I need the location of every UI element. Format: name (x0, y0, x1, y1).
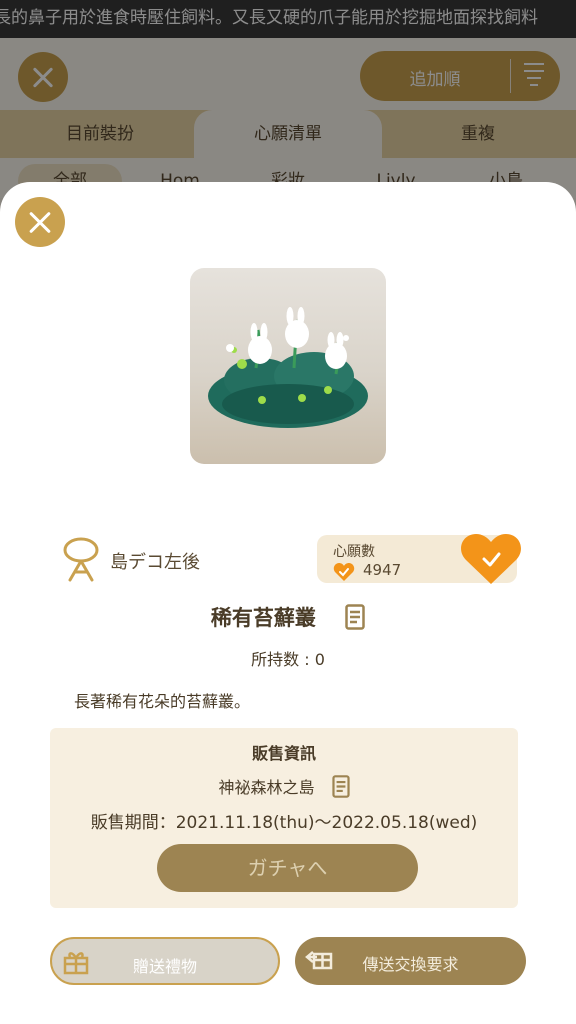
send-gift-button[interactable]: 贈送禮物 (50, 937, 280, 985)
send-trade-request-button[interactable]: 傳送交換要求 (295, 937, 526, 985)
send-gift-label: 贈送禮物 (132, 957, 197, 976)
item-detail-modal: 島デコ左後 心願數 4947 稀有苔蘚叢 所持数 : 0 長著稀有花朵的苔蘚叢。… (0, 182, 576, 1024)
wish-count-value: 4947 (363, 561, 402, 579)
island-deco-icon (63, 537, 99, 582)
sale-info-title: 販售資訊 (251, 744, 316, 763)
document-icon[interactable] (345, 604, 365, 630)
sale-place-row: 神祕森林之島 (50, 774, 518, 798)
rare-moss-clump-image (190, 268, 386, 464)
item-category: 島デコ左後 (110, 552, 200, 573)
item-title-row: 稀有苔蘚叢 (0, 602, 576, 632)
close-icon[interactable] (15, 197, 65, 247)
document-icon[interactable] (331, 775, 350, 798)
gacha-button[interactable]: ガチャへ (157, 844, 418, 892)
sale-period: 販售期間：2021.11.18(thu)〜2022.05.18(wed) (90, 813, 478, 833)
sale-info-box: 販售資訊 神祕森林之島 販售期間：2021.11.18(thu)〜2022.05… (50, 728, 518, 908)
wish-count-label: 心願數 (333, 544, 375, 560)
item-title: 稀有苔蘚叢 (210, 606, 316, 630)
send-trade-request-label: 傳送交換要求 (362, 955, 459, 974)
item-description: 長著稀有花朵的苔蘚叢。 (74, 692, 251, 711)
heart-check-icon[interactable] (460, 532, 522, 586)
owned-count: 所持数 : 0 (251, 650, 325, 669)
sale-place: 神祕森林之島 (218, 778, 315, 797)
heart-check-icon (333, 563, 355, 581)
